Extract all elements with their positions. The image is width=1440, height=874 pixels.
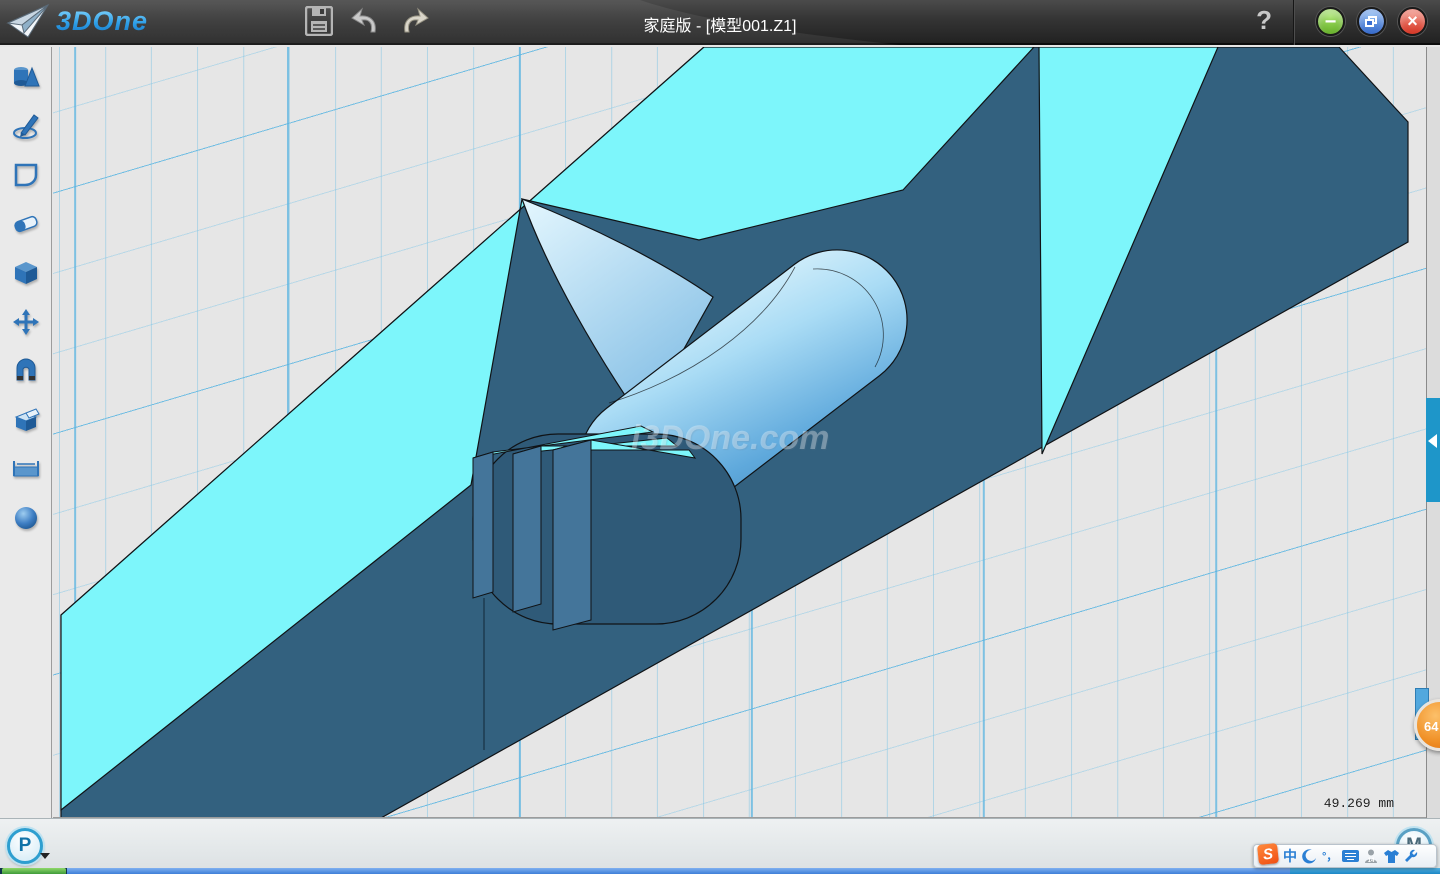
keyboard-icon[interactable] (1342, 850, 1359, 862)
restore-icon (1365, 16, 1378, 27)
person-badge: 14 (1368, 858, 1375, 863)
restore-button[interactable] (1357, 7, 1386, 36)
bottom-toolbar: P (0, 818, 1440, 868)
sphere-icon (13, 505, 39, 531)
collapse-left-arrow-icon (1428, 434, 1437, 448)
cube-icon (13, 260, 39, 286)
ime-mode-toggle[interactable]: 中 (1283, 846, 1297, 866)
skin-shirt-icon[interactable] (1384, 850, 1399, 863)
special-edit-tool-button[interactable] (10, 208, 42, 240)
material-tool-button[interactable] (10, 502, 42, 534)
primitives-tool-button[interactable] (10, 61, 42, 93)
viewport-3d[interactable]: i3DOne.com 49.269 mm (53, 47, 1426, 818)
sketch-tool-button[interactable] (10, 110, 42, 142)
wrench-icon[interactable] (1404, 849, 1418, 863)
p-button-caret[interactable] (40, 853, 50, 859)
window-title: 家庭版 - [模型001.Z1] (0, 12, 1440, 36)
title-bar: 3DOne 家庭版 - [模型001.Z1] ? − × (0, 0, 1440, 45)
os-taskbar-edge[interactable] (0, 868, 1440, 874)
magnet-icon (13, 358, 39, 384)
primitives-icon (12, 64, 40, 90)
sketch-pencil-icon (12, 112, 40, 140)
feature-tool-button[interactable] (10, 257, 42, 289)
measurement-readout: 49.269 mm (1324, 796, 1394, 811)
rounded-rect-icon (13, 162, 39, 188)
taskbar-blue-segment[interactable] (67, 868, 1290, 874)
ime-toolbar: S 中 °， 14 (1253, 844, 1437, 868)
person-icon[interactable]: 14 (1364, 849, 1379, 863)
snap-tool-button[interactable] (10, 355, 42, 387)
taskbar-green-segment[interactable] (2, 868, 66, 874)
panel-collapse-tab[interactable] (1426, 398, 1440, 502)
close-button[interactable]: × (1398, 7, 1427, 36)
move-arrows-icon (12, 308, 40, 336)
minimize-button[interactable]: − (1316, 7, 1345, 36)
measure-tool-button[interactable] (10, 453, 42, 485)
open-box-icon (12, 407, 40, 433)
taskbar-teal-segment[interactable] (1290, 868, 1440, 874)
combine-tool-button[interactable] (10, 404, 42, 436)
moon-icon[interactable] (1302, 849, 1317, 864)
app-window: 3DOne 家庭版 - [模型001.Z1] ? − × (0, 0, 1440, 874)
eraser-icon (12, 213, 40, 235)
sogou-logo-icon[interactable]: S (1257, 843, 1279, 865)
sketch-edit-tool-button[interactable] (10, 159, 42, 191)
help-button[interactable]: ? (1256, 5, 1272, 36)
profile-p-button[interactable]: P (7, 828, 43, 864)
speedball-badge: 64 (1424, 719, 1438, 734)
punctuation-toggle[interactable]: °， (1322, 848, 1337, 864)
move-tool-button[interactable] (10, 306, 42, 338)
titlebar-divider (1293, 0, 1294, 45)
measure-ruler-icon (12, 459, 40, 479)
watermark-text: i3DOne.com (631, 419, 829, 457)
model-3d[interactable]: i3DOne.com (53, 47, 1426, 818)
left-toolbar (0, 47, 52, 818)
